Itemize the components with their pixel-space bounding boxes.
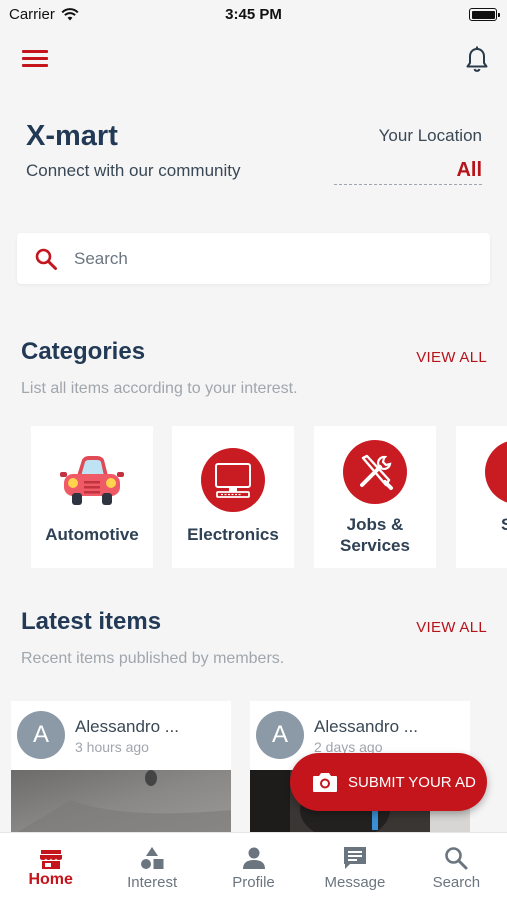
nav-item-message[interactable]: Message [304,833,405,900]
interest-icon [141,847,164,869]
nav-item-interest[interactable]: Interest [101,833,202,900]
submit-ad-button[interactable]: SUBMIT YOUR AD [290,753,487,811]
app-brand-title: X-mart [26,120,118,152]
category-label: Electronics [187,525,279,544]
nav-label: Interest [127,874,178,891]
battery-icon [469,8,500,21]
latest-items-view-all-link[interactable]: VIEW ALL [416,619,487,636]
nav-label: Message [324,874,386,891]
search-input[interactable] [74,248,454,269]
location-selector[interactable]: All [334,159,482,185]
seller-name: Alessandro ... [75,717,179,736]
message-icon [343,847,366,869]
categories-title: Categories [21,338,146,365]
latest-item-card[interactable]: A Alessandro ... 3 hours ago [11,701,231,836]
nav-label: Search [432,874,481,891]
home-icon [39,850,62,869]
camera-icon [313,773,337,792]
latest-items-title: Latest items [21,608,162,635]
category-card-sports[interactable]: Spo Le [456,426,507,568]
notification-bell-icon[interactable] [465,46,489,74]
category-card-automotive[interactable]: Automotive [31,426,153,568]
posted-time: 3 hours ago [75,739,149,755]
item-photo [11,770,231,836]
search-icon [35,248,57,270]
sports-icon [485,440,507,504]
categories-carousel[interactable]: Automotive Electronics Jobs & Services S [0,426,507,568]
nav-item-home[interactable]: Home [0,833,101,900]
category-card-jobs-services[interactable]: Jobs & Services [314,426,436,568]
search-bar[interactable] [17,233,490,284]
top-app-bar [0,30,507,90]
seller-name: Alessandro ... [314,717,418,736]
avatar: A [256,711,304,759]
avatar: A [17,711,65,759]
nav-item-search[interactable]: Search [406,833,507,900]
bottom-navigation: Home Interest Profile Message Search [0,832,507,900]
categories-view-all-link[interactable]: VIEW ALL [416,349,487,366]
categories-subtitle: List all items according to your interes… [21,380,298,397]
category-card-electronics[interactable]: Electronics [172,426,294,568]
category-label: Automotive [45,525,139,544]
profile-icon [242,847,265,869]
hamburger-menu-icon[interactable] [22,50,48,70]
clock: 3:45 PM [225,6,282,23]
monitor-icon [201,448,265,512]
app-tagline: Connect with our community [26,161,241,180]
nav-label: Profile [232,874,275,891]
tools-icon [343,440,407,504]
latest-items-subtitle: Recent items published by members. [21,650,285,667]
nav-label: Home [28,871,73,888]
submit-ad-label: SUBMIT YOUR AD [348,773,476,791]
nav-item-profile[interactable]: Profile [203,833,304,900]
location-label: Your Location [378,126,482,145]
category-label: Spo Le [500,515,507,534]
car-icon [60,448,124,512]
status-bar: Carrier 3:45 PM [0,0,507,30]
search-icon [445,847,468,870]
category-label: Jobs & Services [340,515,410,555]
